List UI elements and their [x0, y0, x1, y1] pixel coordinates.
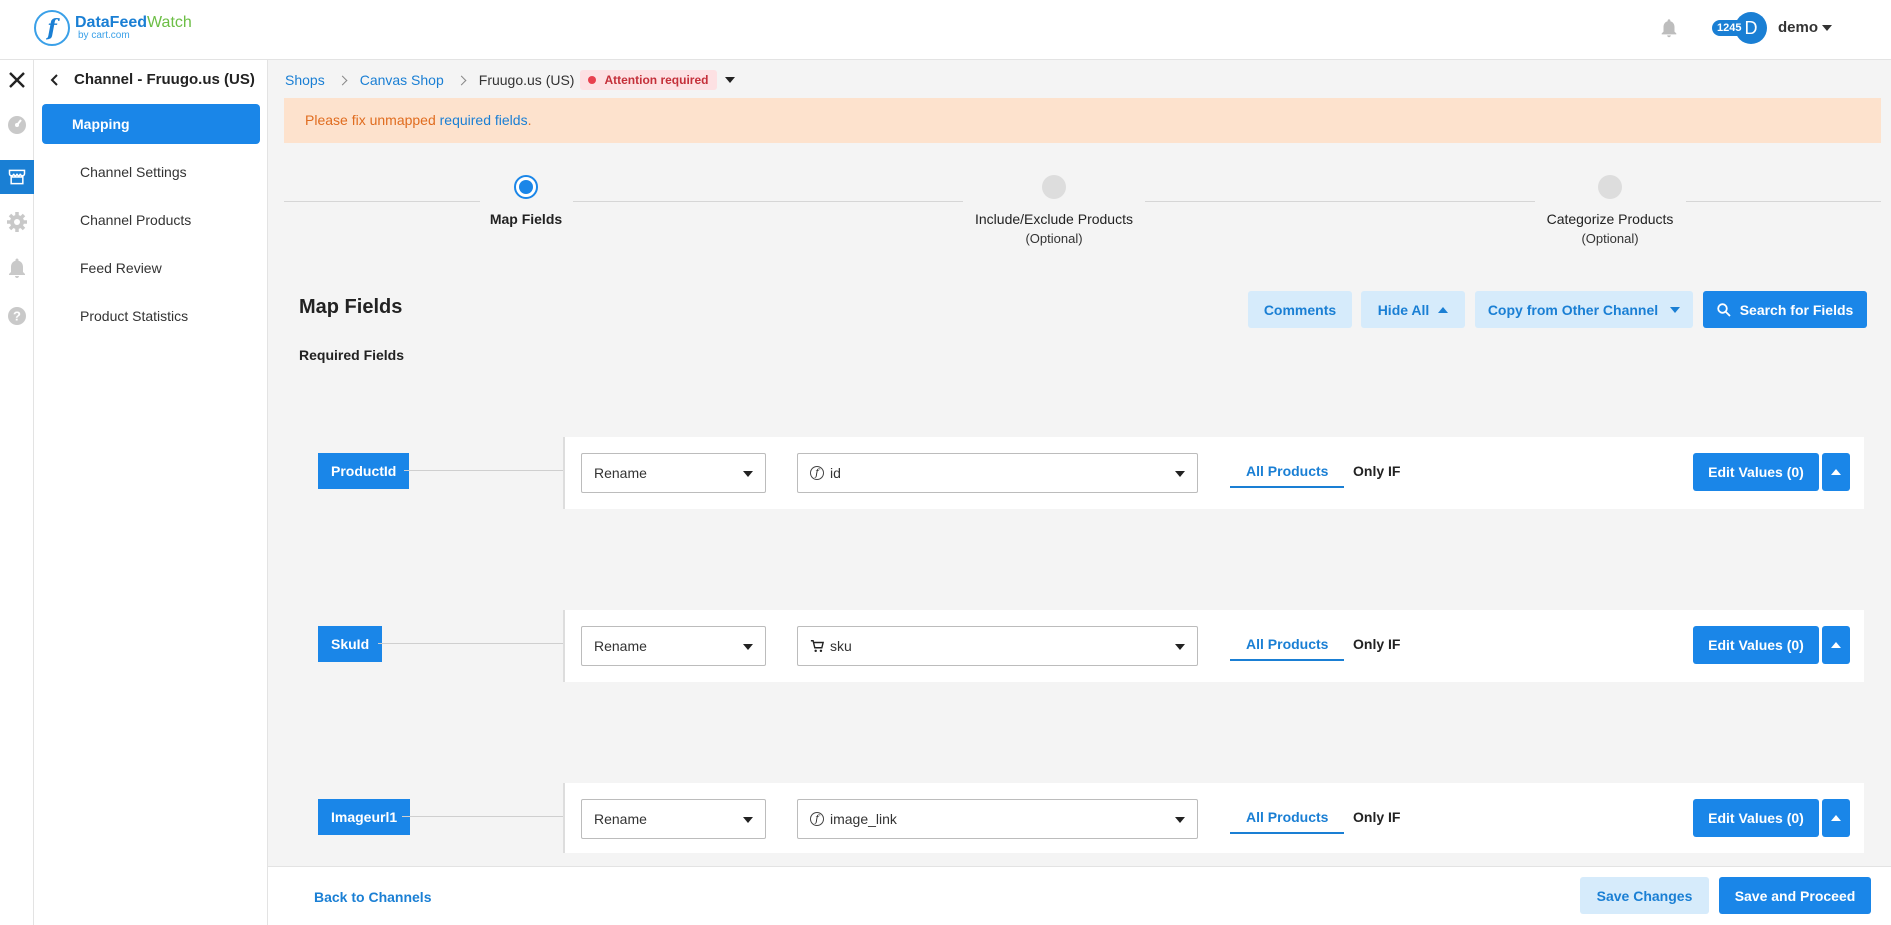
comments-button[interactable]: Comments: [1248, 291, 1352, 328]
mapping-action-select[interactable]: Rename: [581, 453, 766, 493]
back-to-channels-link[interactable]: Back to Channels: [314, 889, 431, 905]
field-row: Rename f image_link All Products Only IF…: [563, 783, 1864, 853]
step-1-indicator[interactable]: [514, 175, 538, 199]
edit-values-button[interactable]: Edit Values (0): [1693, 626, 1819, 664]
cart-icon: [810, 640, 824, 653]
source-field-select[interactable]: f id: [797, 453, 1198, 493]
chevron-down-icon: [743, 644, 753, 650]
caret-up-icon: [1438, 306, 1449, 313]
field-tag-imageurl1: Imageurl1: [318, 799, 411, 835]
field-connector: [402, 816, 563, 817]
chevron-right-icon: [337, 75, 348, 85]
edit-values-button[interactable]: Edit Values (0): [1693, 453, 1819, 491]
help-icon[interactable]: ?: [5, 304, 29, 328]
bell-icon[interactable]: [1658, 16, 1680, 40]
save-and-proceed-button[interactable]: Save and Proceed: [1719, 877, 1871, 914]
field-row: Rename sku All Products Only IF Edit Val…: [563, 610, 1864, 682]
channel-sidebar: Channel - Fruugo.us (US) Mapping Channel…: [34, 60, 268, 925]
chevron-down-icon: [743, 471, 753, 477]
caret-up-icon: [1831, 815, 1841, 821]
user-menu-name[interactable]: demo: [1778, 19, 1818, 36]
attention-status-badge: Attention required: [580, 70, 718, 90]
breadcrumb-shops[interactable]: Shops: [285, 72, 325, 88]
field-tag-productid: ProductId: [318, 453, 410, 489]
chevron-down-icon[interactable]: [1822, 25, 1832, 31]
chevron-down-icon: [1175, 644, 1185, 650]
tab-all-products[interactable]: All Products: [1229, 636, 1346, 661]
step-2-indicator[interactable]: [1042, 175, 1066, 199]
field-connector: [404, 470, 563, 471]
logo-name: DataFeedWatch: [75, 14, 192, 31]
mapping-action-select[interactable]: Rename: [581, 799, 766, 839]
stepper-line: [1686, 201, 1881, 202]
section-title: Map Fields: [299, 296, 403, 318]
logo-tagline: by cart.com: [78, 30, 130, 41]
edit-values-button[interactable]: Edit Values (0): [1693, 799, 1819, 837]
source-field-select[interactable]: f image_link: [797, 799, 1198, 839]
shop-icon[interactable]: [0, 160, 34, 194]
step-3-indicator[interactable]: [1598, 175, 1622, 199]
chevron-down-icon: [1175, 817, 1185, 823]
required-fields-link[interactable]: required fields: [440, 112, 528, 128]
gear-icon[interactable]: [5, 210, 29, 234]
sidebar-item-channel-settings[interactable]: Channel Settings: [42, 152, 260, 192]
breadcrumb-shop[interactable]: Canvas Shop: [360, 72, 444, 88]
footer-bar: Back to Channels Save Changes Save and P…: [268, 866, 1891, 925]
collapse-button[interactable]: [1822, 799, 1850, 837]
tab-all-products[interactable]: All Products: [1229, 809, 1346, 834]
chevron-down-icon: [1175, 471, 1185, 477]
chevron-down-icon[interactable]: [725, 77, 736, 83]
bell-icon[interactable]: [5, 256, 29, 280]
function-icon: f: [810, 466, 824, 480]
status-dot-icon: [588, 76, 597, 84]
unmapped-fields-alert: Please fix unmapped required fields.: [284, 98, 1881, 143]
chevron-right-icon: [456, 75, 467, 85]
logo-icon: f: [34, 10, 70, 46]
step-2-label[interactable]: Include/Exclude Products (Optional): [934, 211, 1174, 246]
copy-from-other-channel-button[interactable]: Copy from Other Channel: [1475, 291, 1693, 328]
svg-text:?: ?: [13, 309, 21, 324]
close-icon[interactable]: [5, 68, 29, 92]
caret-up-icon: [1831, 642, 1841, 648]
icon-rail: ?: [0, 60, 34, 925]
sidebar-item-mapping[interactable]: Mapping: [42, 104, 260, 144]
stepper-line: [1145, 201, 1535, 202]
top-bar: f DataFeedWatch by cart.com 1245 D demo: [0, 0, 1891, 60]
chevron-left-icon[interactable]: [48, 73, 62, 87]
tab-only-if[interactable]: Only IF: [1353, 636, 1400, 652]
tab-only-if[interactable]: Only IF: [1353, 809, 1400, 825]
source-field-select[interactable]: sku: [797, 626, 1198, 666]
chevron-down-icon: [743, 817, 753, 823]
sidebar-item-product-statistics[interactable]: Product Statistics: [42, 296, 260, 336]
hide-all-button[interactable]: Hide All: [1361, 291, 1465, 328]
caret-up-icon: [1831, 469, 1841, 475]
dashboard-icon[interactable]: [5, 113, 29, 137]
breadcrumb-channel: Fruugo.us (US): [478, 72, 575, 88]
search-for-fields-button[interactable]: Search for Fields: [1703, 291, 1867, 328]
sidebar-item-feed-review[interactable]: Feed Review: [42, 248, 260, 288]
channel-title: Channel - Fruugo.us (US): [74, 71, 255, 88]
field-connector: [378, 643, 563, 644]
section-subtitle: Required Fields: [299, 347, 405, 363]
step-1-label[interactable]: Map Fields: [406, 211, 646, 227]
field-tag-skuid: SkuId: [318, 626, 383, 662]
datafeedwatch-logo[interactable]: f DataFeedWatch by cart.com: [34, 10, 192, 46]
stepper-line: [573, 201, 963, 202]
notification-count-badge[interactable]: 1245: [1712, 20, 1747, 36]
mapping-action-select[interactable]: Rename: [581, 626, 766, 666]
save-changes-button[interactable]: Save Changes: [1580, 877, 1709, 914]
sidebar-item-channel-products[interactable]: Channel Products: [42, 200, 260, 240]
caret-down-icon: [1670, 306, 1681, 313]
stepper-line: [284, 201, 480, 202]
tab-only-if[interactable]: Only IF: [1353, 463, 1400, 479]
step-3-label[interactable]: Categorize Products (Optional): [1490, 211, 1730, 246]
tab-all-products[interactable]: All Products: [1229, 463, 1346, 488]
function-icon: f: [810, 812, 824, 826]
field-row: Rename f id All Products Only IF Edit Va…: [563, 437, 1864, 509]
collapse-button[interactable]: [1822, 626, 1850, 664]
collapse-button[interactable]: [1822, 453, 1850, 491]
search-icon: [1717, 302, 1731, 317]
breadcrumb: Shops Canvas Shop Fruugo.us (US) Attenti…: [285, 70, 736, 90]
